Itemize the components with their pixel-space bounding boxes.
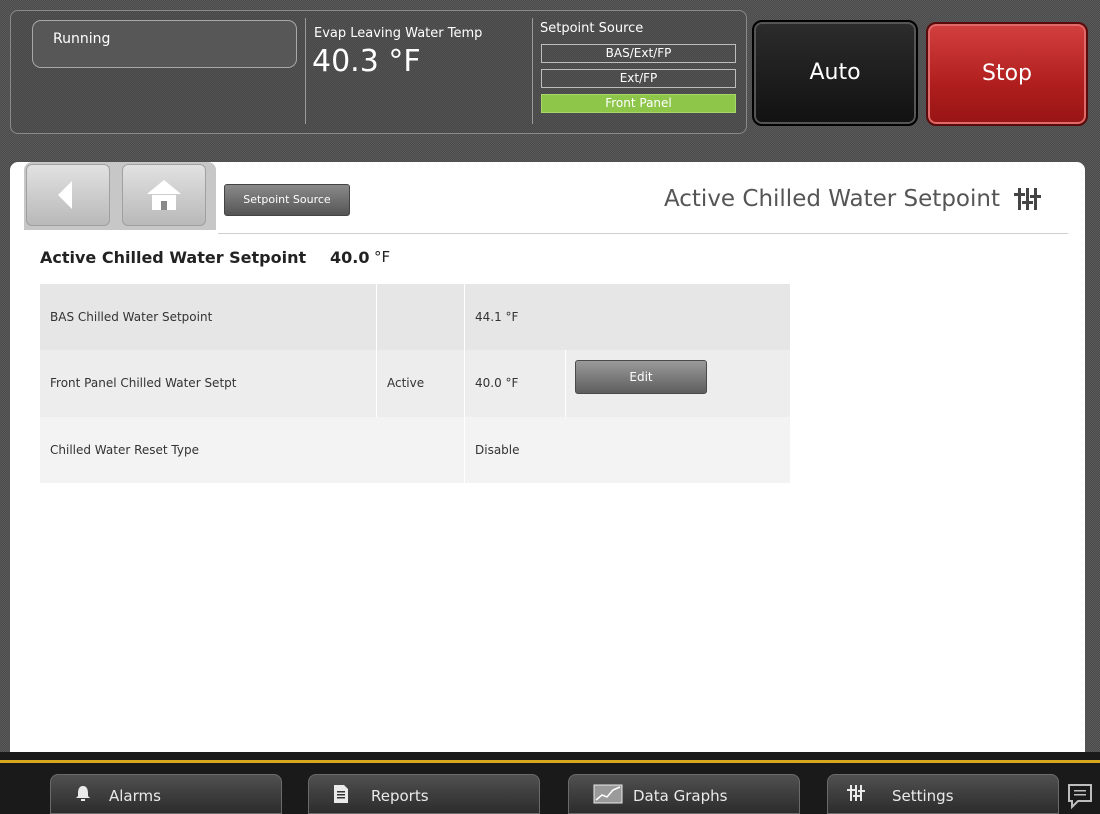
alarms-button[interactable]: Alarms [50, 774, 282, 814]
settings-sliders-icon [847, 785, 865, 801]
alarms-label: Alarms [109, 787, 161, 805]
evap-leaving-temp-label: Evap Leaving Water Temp [314, 26, 483, 41]
settings-sliders-icon [1014, 188, 1041, 210]
active-setpoint-value: 40.0 [330, 248, 370, 267]
reports-label: Reports [371, 787, 429, 805]
setpoint-source-option-ext-fp: Ext/FP [541, 69, 736, 88]
setpoint-table: BAS Chilled Water Setpoint 44.1 °F Front… [40, 284, 790, 483]
settings-button[interactable]: Settings [827, 774, 1059, 814]
settings-label: Settings [892, 787, 954, 805]
header-divider [305, 18, 306, 124]
operating-status: Running [32, 20, 297, 68]
data-graphs-label: Data Graphs [633, 787, 728, 805]
evap-leaving-temp-value: 40.3 °F [312, 44, 421, 79]
bell-icon [76, 786, 90, 801]
setpoint-source-button[interactable]: Setpoint Source [224, 184, 350, 216]
table-row: BAS Chilled Water Setpoint 44.1 °F [40, 284, 790, 350]
table-row: Chilled Water Reset Type Disable [40, 417, 790, 483]
setpoint-source-label: Setpoint Source [540, 21, 644, 36]
active-setpoint-unit: °F [374, 248, 391, 266]
table-row: Front Panel Chilled Water Setpt Active 4… [40, 350, 790, 417]
page-title: Active Chilled Water Setpoint [663, 186, 1000, 212]
setpoint-source-option-bas-ext-fp: BAS/Ext/FP [541, 44, 736, 63]
edit-button[interactable]: Edit [575, 360, 707, 394]
setting-name: BAS Chilled Water Setpoint [50, 310, 213, 324]
home-icon [147, 180, 181, 210]
operating-status-text: Running [53, 31, 111, 47]
title-divider [218, 233, 1068, 234]
setpoint-source-option-front-panel: Front Panel [541, 94, 736, 113]
header-divider [532, 18, 533, 124]
graph-icon [593, 784, 623, 804]
document-icon [334, 785, 348, 803]
chat-icon[interactable] [1066, 782, 1094, 810]
setting-status: Active [376, 350, 463, 417]
auto-button[interactable]: Auto [752, 20, 918, 126]
setting-name: Front Panel Chilled Water Setpt [50, 376, 237, 390]
stop-button[interactable]: Stop [926, 22, 1088, 126]
active-setpoint-label: Active Chilled Water Setpoint [40, 248, 307, 267]
reports-button[interactable]: Reports [308, 774, 540, 814]
setting-value: 44.1 °F [464, 284, 564, 350]
setting-value: 40.0 °F [464, 350, 564, 417]
setting-name: Chilled Water Reset Type [50, 443, 199, 457]
back-arrow-icon [58, 181, 72, 209]
bottom-nav-accent [0, 760, 1100, 763]
setting-status [376, 284, 463, 350]
data-graphs-button[interactable]: Data Graphs [568, 774, 800, 814]
setting-value: Disable [464, 417, 564, 483]
